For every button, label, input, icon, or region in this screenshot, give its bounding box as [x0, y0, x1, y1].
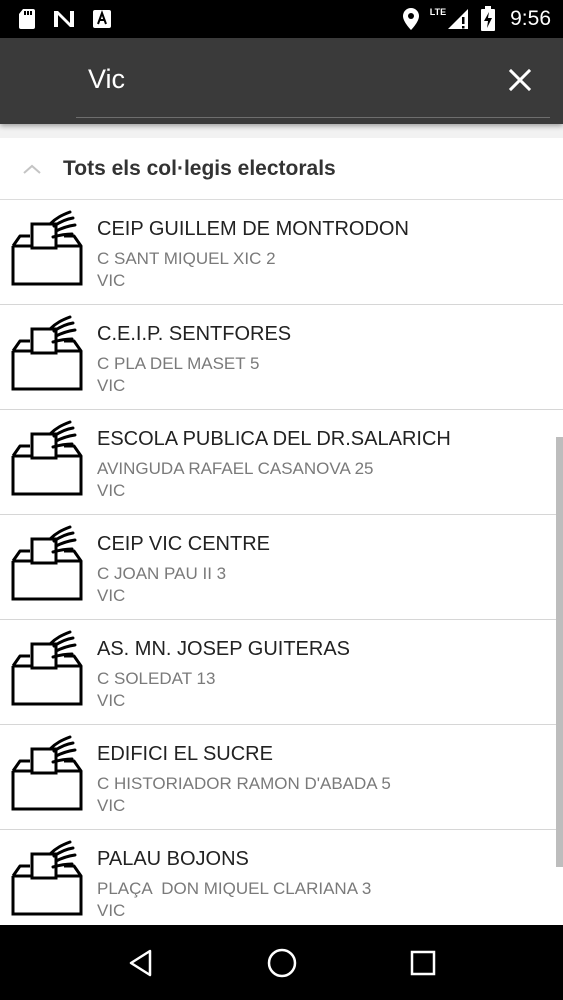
school-address: C SANT MIQUEL XIC 2	[97, 249, 276, 268]
list-item[interactable]: C.E.I.P. SENTFORES C PLA DEL MASET 5 VIC	[0, 305, 563, 410]
clear-search-button[interactable]	[498, 58, 542, 102]
a-notification-icon	[93, 10, 111, 28]
close-icon	[508, 68, 532, 92]
sd-card-icon	[19, 9, 35, 29]
item-text: CEIP VIC CENTRE C JOAN PAU II 3 VIC	[97, 531, 547, 607]
ballot-box-icon	[10, 311, 84, 391]
school-city: VIC	[97, 271, 126, 290]
navigation-bar	[0, 925, 563, 1000]
ballot-box-icon	[10, 836, 84, 916]
content-top-gap	[0, 124, 563, 138]
battery-charging-icon	[481, 6, 496, 31]
results-list: CEIP GUILLEM DE MONTRODON C SANT MIQUEL X…	[0, 200, 563, 925]
screen: LTE 9:56 Vic Tots els col·legis electora…	[0, 0, 563, 1000]
item-text: EDIFICI EL SUCRE C HISTORIADOR RAMON D'AB…	[97, 741, 547, 817]
n-notification-icon	[54, 11, 74, 27]
ballot-box-icon	[10, 626, 84, 706]
school-name: AS. MN. JOSEP GUITERAS	[97, 638, 351, 660]
school-name: PALAU BOJONS	[97, 848, 249, 870]
ballot-box-icon	[10, 206, 84, 286]
list-item[interactable]: CEIP GUILLEM DE MONTRODON C SANT MIQUEL X…	[0, 200, 563, 305]
list-item[interactable]: ESCOLA PUBLICA DEL DR.SALARICH AVINGUDA R…	[0, 410, 563, 515]
item-text: AS. MN. JOSEP GUITERAS C SOLEDAT 13 VIC	[97, 636, 547, 712]
item-text: ESCOLA PUBLICA DEL DR.SALARICH AVINGUDA R…	[97, 426, 547, 502]
status-bar: LTE 9:56	[0, 0, 563, 38]
item-text: PALAU BOJONS PLAÇA DON MIQUEL CLARIANA 3 V…	[97, 846, 547, 922]
ballot-box-icon	[10, 416, 84, 496]
results-content: Tots els col·legis electorals CEIP GUILL…	[0, 124, 563, 925]
back-button[interactable]	[111, 933, 171, 993]
school-city: VIC	[97, 796, 126, 815]
signal-icon	[448, 9, 469, 29]
home-button[interactable]	[252, 933, 312, 993]
ballot-box-icon	[10, 731, 84, 811]
list-item[interactable]: CEIP VIC CENTRE C JOAN PAU II 3 VIC	[0, 515, 563, 620]
chevron-up-icon	[0, 163, 63, 175]
school-city: VIC	[97, 481, 126, 500]
item-text: CEIP GUILLEM DE MONTRODON C SANT MIQUEL X…	[97, 216, 547, 292]
school-city: VIC	[97, 901, 126, 920]
ballot-box-icon	[10, 521, 84, 601]
search-underline	[76, 117, 550, 118]
list-item[interactable]: AS. MN. JOSEP GUITERAS C SOLEDAT 13 VIC	[0, 620, 563, 725]
location-icon	[402, 8, 419, 30]
list-item[interactable]: EDIFICI EL SUCRE C HISTORIADOR RAMON D'AB…	[0, 725, 563, 830]
school-city: VIC	[97, 586, 126, 605]
school-name: ESCOLA PUBLICA DEL DR.SALARICH	[97, 428, 451, 450]
section-header[interactable]: Tots els col·legis electorals	[0, 138, 563, 200]
school-address: C HISTORIADOR RAMON D'ABADA 5	[97, 774, 391, 793]
system-icons: LTE 9:56	[402, 6, 551, 32]
school-name: EDIFICI EL SUCRE	[97, 743, 273, 765]
school-address: PLAÇA DON MIQUEL CLARIANA 3	[97, 879, 372, 898]
school-address: C JOAN PAU II 3	[97, 564, 227, 583]
school-name: CEIP GUILLEM DE MONTRODON	[97, 218, 409, 240]
scrollbar[interactable]	[556, 437, 563, 867]
network-type-label: LTE	[429, 7, 447, 17]
notification-icons	[18, 8, 112, 30]
school-city: VIC	[97, 691, 126, 710]
item-text: C.E.I.P. SENTFORES C PLA DEL MASET 5 VIC	[97, 321, 547, 397]
section-title: Tots els col·legis electorals	[63, 156, 336, 180]
recents-icon	[410, 950, 435, 975]
school-address: AVINGUDA RAFAEL CASANOVA 25	[97, 459, 374, 478]
school-address: C PLA DEL MASET 5	[97, 354, 260, 373]
school-city: VIC	[97, 376, 126, 395]
clock: 9:56	[510, 7, 551, 30]
home-icon	[267, 948, 296, 977]
school-name: CEIP VIC CENTRE	[97, 533, 270, 555]
list-item[interactable]: PALAU BOJONS PLAÇA DON MIQUEL CLARIANA 3 V…	[0, 830, 563, 925]
school-address: C SOLEDAT 13	[97, 669, 216, 688]
search-input[interactable]: Vic	[88, 64, 125, 95]
recents-button[interactable]	[393, 933, 453, 993]
search-app-bar: Vic	[0, 38, 563, 124]
school-name: C.E.I.P. SENTFORES	[97, 323, 292, 345]
back-icon	[129, 949, 151, 976]
